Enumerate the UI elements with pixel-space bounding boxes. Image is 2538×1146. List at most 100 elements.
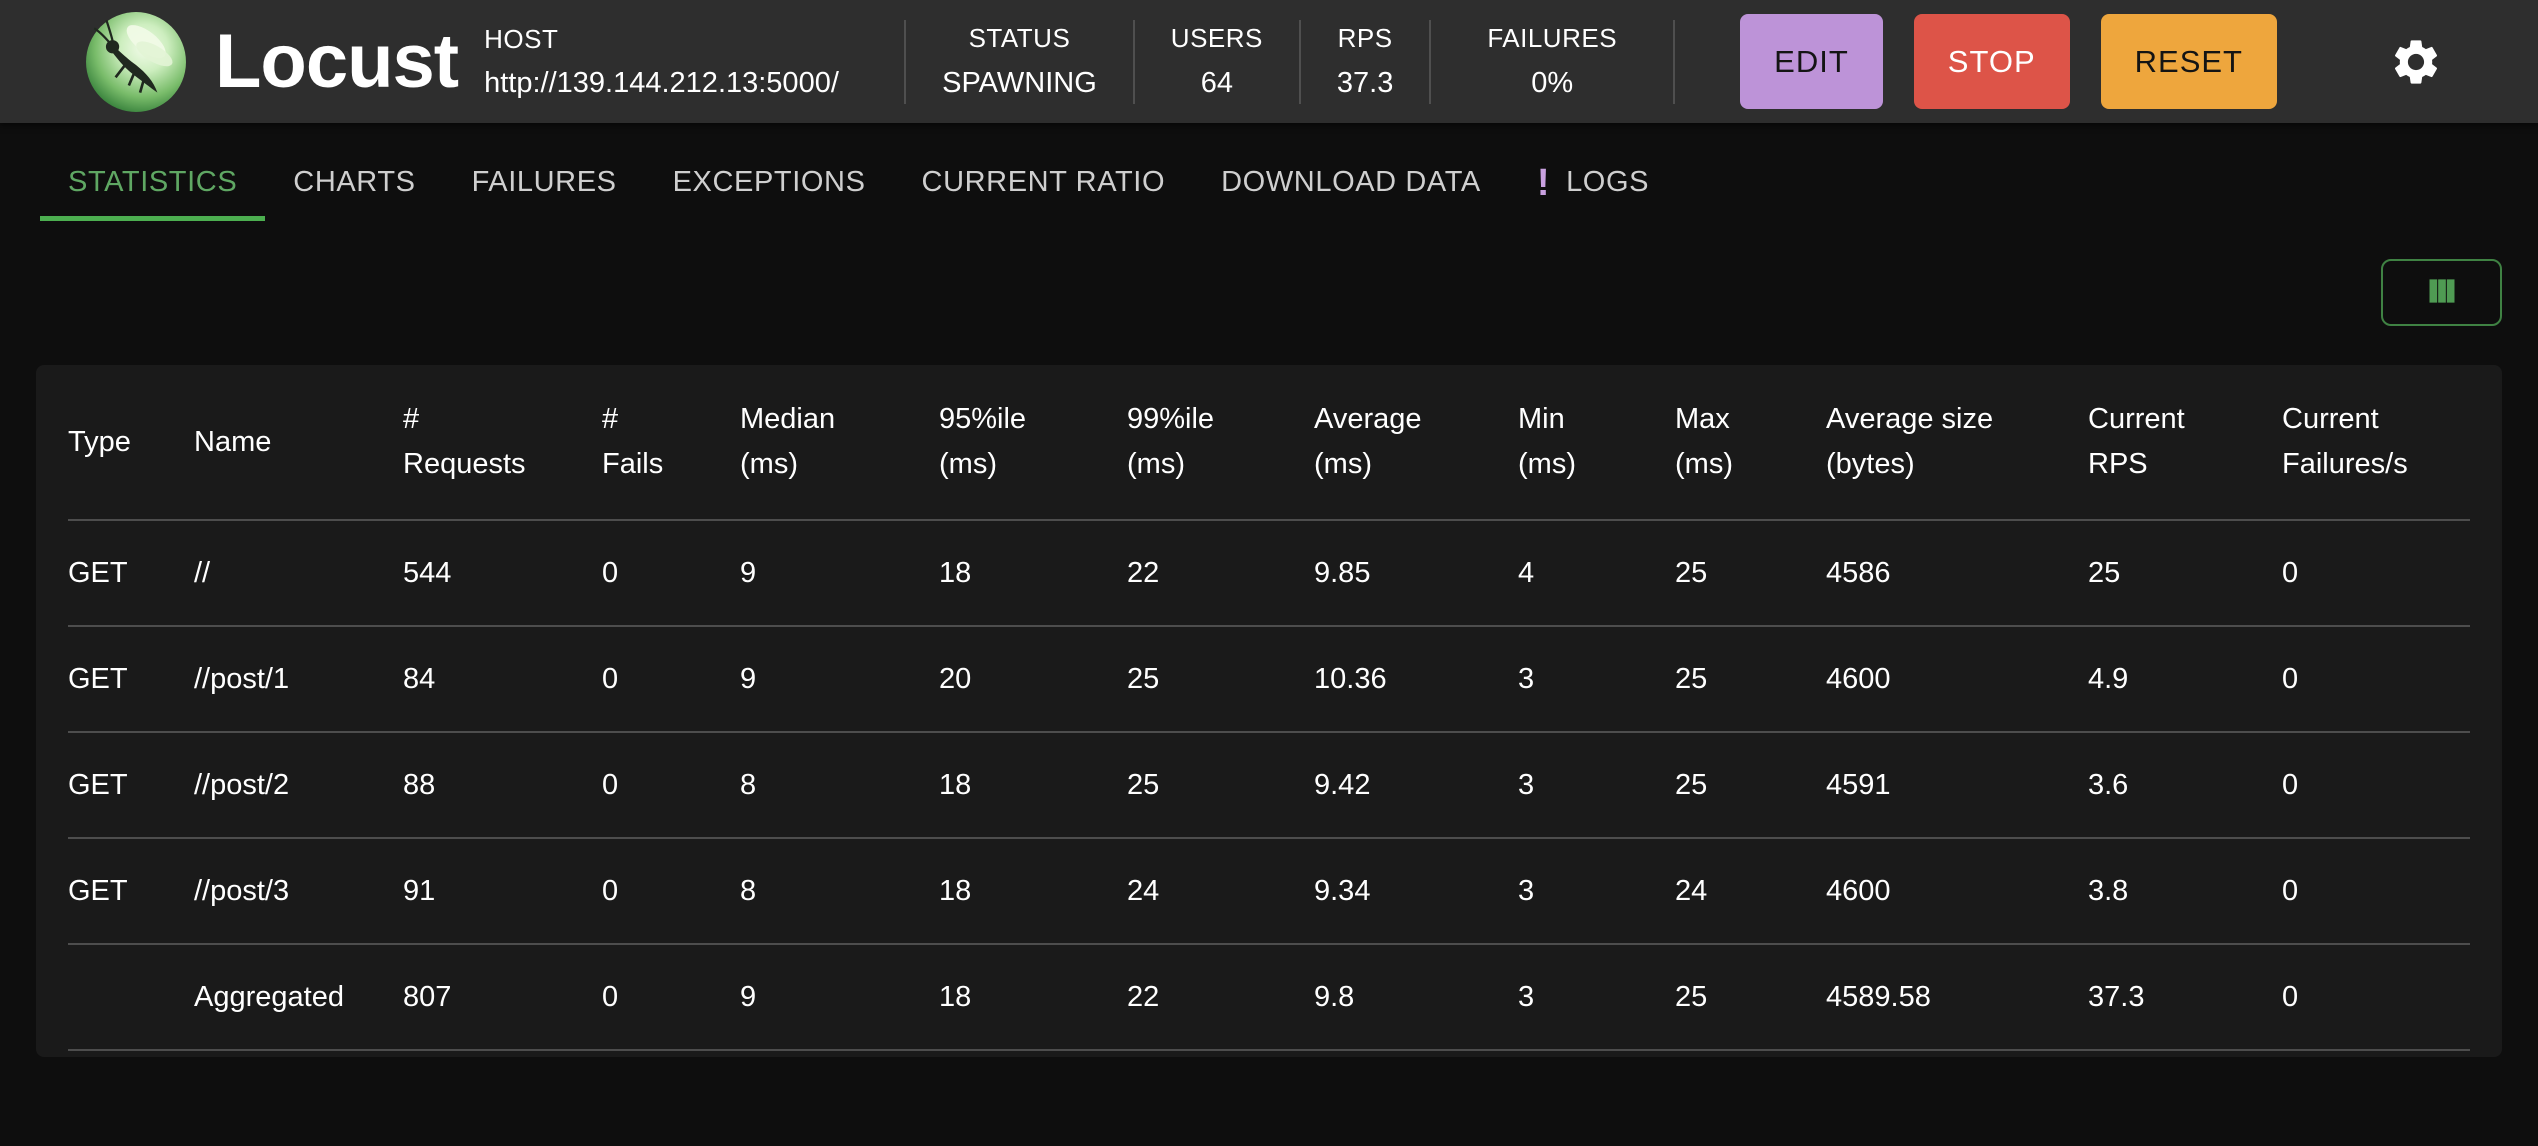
columns-icon [2420, 271, 2464, 314]
table-cell: 807 [403, 943, 602, 1051]
column-header[interactable]: Average size (bytes) [1826, 365, 2088, 520]
table-cell: 22 [1127, 943, 1314, 1051]
edit-button[interactable]: EDIT [1740, 14, 1883, 109]
table-row: Aggregated 807 0 9 18 22 9.8 3 25 4589.58 37.3 0 [68, 943, 2470, 1051]
failures-block: FAILURES 0% [1431, 23, 1673, 100]
tab-current-ratio[interactable]: CURRENT RATIO [894, 149, 1194, 221]
users-block: USERS 64 [1135, 23, 1299, 100]
table-cell: GET [68, 625, 194, 732]
table-cell: 3 [1518, 731, 1675, 838]
table-cell: 544 [403, 519, 602, 626]
column-header[interactable]: Current Failures/s [2282, 365, 2470, 520]
table-cell: GET [68, 837, 194, 944]
table-cell: 88 [403, 731, 602, 838]
table-cell: 4600 [1826, 625, 2088, 732]
rps-block: RPS 37.3 [1301, 23, 1429, 100]
tab-bar: STATISTICS CHARTS FAILURES EXCEPTIONS CURREN… [0, 123, 2538, 221]
table-cell: //post/1 [194, 625, 403, 732]
table-cell: 25 [1127, 731, 1314, 838]
tab-label: CHARTS [293, 166, 416, 198]
column-header[interactable]: Min (ms) [1518, 365, 1675, 520]
table-cell: 4600 [1826, 837, 2088, 944]
table-cell: 8 [740, 731, 939, 838]
table-cell: 0 [2282, 731, 2470, 838]
column-header[interactable]: Current RPS [2088, 365, 2282, 520]
main-content: Type Name # Requests # Fails Median (ms) 95%i… [0, 259, 2538, 1057]
table-cell: 18 [939, 943, 1127, 1051]
column-header[interactable]: 95%ile (ms) [939, 365, 1127, 520]
table-row: GET//post/3 91 0 8 18 24 9.34 3 24 4600 3.8 0 [68, 837, 2470, 944]
table-cell: 0 [2282, 837, 2470, 944]
table-cell: 3.6 [2088, 731, 2282, 838]
tab-download-data[interactable]: DOWNLOAD DATA [1193, 149, 1509, 221]
column-header[interactable]: 99%ile (ms) [1127, 365, 1314, 520]
stats-table-head-row: Type Name # Requests # Fails Median (ms) 95%i… [68, 365, 2470, 520]
table-cell: 37.3 [2088, 943, 2282, 1051]
status-value: SPAWNING [942, 67, 1097, 99]
status-label: STATUS [968, 23, 1071, 53]
tab-charts[interactable]: CHARTS [265, 149, 443, 221]
table-cell: 91 [403, 837, 602, 944]
table-cell: 3 [1518, 837, 1675, 944]
table-cell: 25 [1675, 519, 1826, 626]
stop-button[interactable]: STOP [1913, 14, 2070, 109]
status-block: STATUS SPAWNING [906, 23, 1133, 100]
table-cell: GET [68, 519, 194, 626]
host-label: HOST [484, 23, 559, 54]
table-cell: 4.9 [2088, 625, 2282, 732]
table-cell: 20 [939, 625, 1127, 732]
table-cell: 4 [1518, 519, 1675, 626]
settings-button[interactable] [2389, 35, 2443, 89]
tab-label: STATISTICS [68, 166, 238, 198]
tab-logs[interactable]: ! LOGS [1509, 149, 1677, 221]
column-header[interactable]: Average (ms) [1314, 365, 1518, 520]
table-cell: 4591 [1826, 731, 2088, 838]
table-cell [68, 943, 194, 1051]
table-cell: 25 [2088, 519, 2282, 626]
gear-icon [2389, 39, 2443, 92]
table-cell: Aggregated [194, 943, 403, 1051]
failures-value: 0% [1531, 67, 1574, 99]
tab-failures[interactable]: FAILURES [444, 149, 645, 221]
column-header[interactable]: Type [68, 365, 194, 520]
header-actions: EDIT STOP RESET [1740, 14, 2443, 109]
column-selector-button[interactable] [2381, 259, 2502, 326]
table-cell: 9.34 [1314, 837, 1518, 944]
users-label: USERS [1170, 23, 1263, 53]
stats-table-body: GET//544 0 9 18 22 9.85 4 25 4586 25 0 GET//post/1 8… [68, 519, 2470, 1051]
table-cell: 18 [939, 731, 1127, 838]
tab-statistics[interactable]: STATISTICS [40, 149, 266, 221]
host-url: http://139.144.212.13:5000/ [484, 66, 839, 99]
divider [1673, 19, 1676, 104]
table-cell: 18 [939, 519, 1127, 626]
table-toolbar [36, 259, 2502, 326]
table-cell: //post/2 [194, 731, 403, 838]
column-header[interactable]: Name [194, 365, 403, 520]
table-cell: 0 [2282, 519, 2470, 626]
table-cell: 9.85 [1314, 519, 1518, 626]
table-cell: // [194, 519, 403, 626]
column-header[interactable]: Max (ms) [1675, 365, 1826, 520]
app-title: Locust [215, 18, 459, 104]
logs-alert-icon: ! [1536, 161, 1551, 204]
reset-button[interactable]: RESET [2100, 14, 2277, 109]
tab-exceptions[interactable]: EXCEPTIONS [645, 149, 894, 221]
column-header[interactable]: # Requests [403, 365, 602, 520]
table-cell: 25 [1675, 625, 1826, 732]
tab-label: FAILURES [471, 166, 617, 198]
table-cell: 18 [939, 837, 1127, 944]
statistics-card: Type Name # Requests # Fails Median (ms) 95%i… [36, 365, 2502, 1057]
table-cell: 10.36 [1314, 625, 1518, 732]
table-cell: 3 [1518, 943, 1675, 1051]
host-block: HOST http://139.144.212.13:5000/ [484, 24, 904, 100]
tab-label: LOGS [1566, 166, 1650, 198]
table-cell: 0 [2282, 943, 2470, 1051]
table-cell: 24 [1675, 837, 1826, 944]
table-cell: 3 [1518, 625, 1675, 732]
column-header[interactable]: # Fails [602, 365, 740, 520]
table-cell: 0 [602, 519, 740, 626]
table-cell: 9 [740, 519, 939, 626]
column-header[interactable]: Median (ms) [740, 365, 939, 520]
table-cell: 22 [1127, 519, 1314, 626]
rps-label: RPS [1337, 23, 1393, 53]
